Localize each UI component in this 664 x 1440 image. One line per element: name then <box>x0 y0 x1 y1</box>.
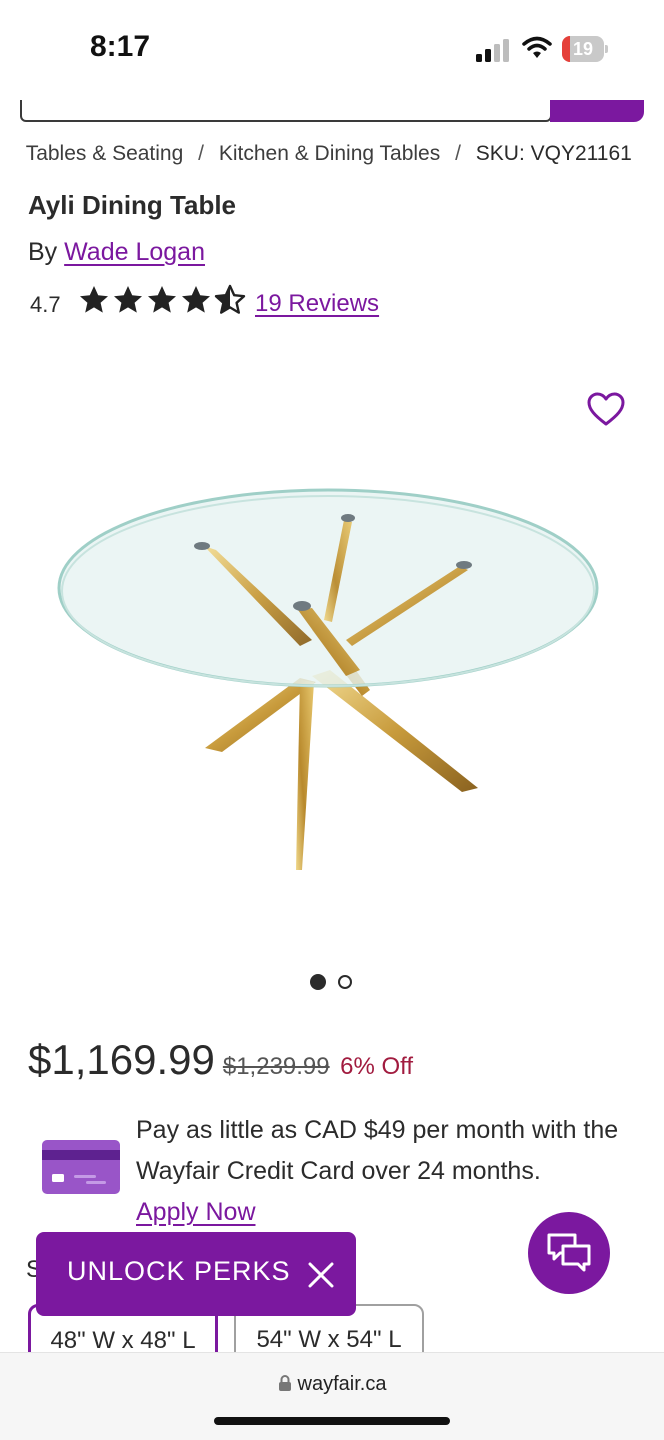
rating-value: 4.7 <box>30 292 61 317</box>
breadcrumb-separator: / <box>455 142 461 165</box>
star-full-icon <box>80 286 108 313</box>
breadcrumb-truncated-fragment: ı <box>18 142 20 166</box>
chat-button[interactable] <box>528 1212 610 1294</box>
breadcrumb-separator: / <box>198 142 204 165</box>
star-full-icon <box>182 286 210 313</box>
search-input[interactable] <box>20 100 552 122</box>
reviews-link[interactable]: 19 Reviews <box>255 290 379 318</box>
brand-line: By Wade Logan <box>28 238 205 267</box>
star-full-icon <box>148 286 176 313</box>
breadcrumb: ı Tables & Seating / Kitchen & Dining Ta… <box>18 142 658 172</box>
discount-badge: 6% Off <box>340 1053 414 1080</box>
star-full-icon <box>114 286 142 313</box>
by-prefix: By <box>28 238 58 266</box>
original-price: $1,239.99 <box>222 1053 330 1080</box>
home-indicator <box>214 1417 450 1425</box>
url-row[interactable]: wayfair.ca <box>0 1373 664 1396</box>
apply-now-link[interactable]: Apply Now <box>136 1198 256 1226</box>
battery-level: 19 <box>572 39 594 59</box>
carousel-dot[interactable] <box>338 975 352 989</box>
close-icon[interactable] <box>306 1260 336 1290</box>
lock-icon <box>278 1375 291 1391</box>
sale-price: $1,169.99 <box>28 1036 215 1083</box>
product-title: Ayli Dining Table <box>28 190 237 220</box>
unlock-perks-banner[interactable]: UNLOCK PERKS <box>36 1232 356 1316</box>
status-bar: 8:17 19 <box>0 0 664 100</box>
heart-icon[interactable] <box>586 390 626 430</box>
credit-card-icon <box>42 1140 120 1194</box>
url-text: wayfair.ca <box>297 1373 387 1395</box>
breadcrumb-item-kitchen-dining[interactable]: Kitchen & Dining Tables <box>219 142 440 166</box>
unlock-perks-label: UNLOCK PERKS <box>67 1256 291 1286</box>
cellular-signal-icon <box>476 39 509 62</box>
battery-icon: 19 <box>562 36 608 62</box>
chat-icon <box>547 1233 591 1272</box>
image-carousel-dots <box>308 972 358 992</box>
carousel-dot-active[interactable] <box>310 974 326 990</box>
star-half-icon <box>214 284 246 314</box>
breadcrumb-sku: SKU: VQY21161 <box>475 142 632 165</box>
brand-link[interactable]: Wade Logan <box>64 238 205 266</box>
product-image[interactable] <box>50 470 610 890</box>
search-button[interactable] <box>550 100 644 122</box>
breadcrumb-item-tables-seating[interactable]: Tables & Seating <box>26 142 184 166</box>
status-time: 8:17 <box>90 30 151 63</box>
financing-text: Pay as little as CAD $49 per month with … <box>136 1116 619 1185</box>
wifi-icon <box>522 36 552 58</box>
price-row: $1,169.99 $1,239.99 6% Off <box>28 1036 413 1092</box>
browser-address-bar[interactable]: wayfair.ca <box>0 1352 664 1440</box>
